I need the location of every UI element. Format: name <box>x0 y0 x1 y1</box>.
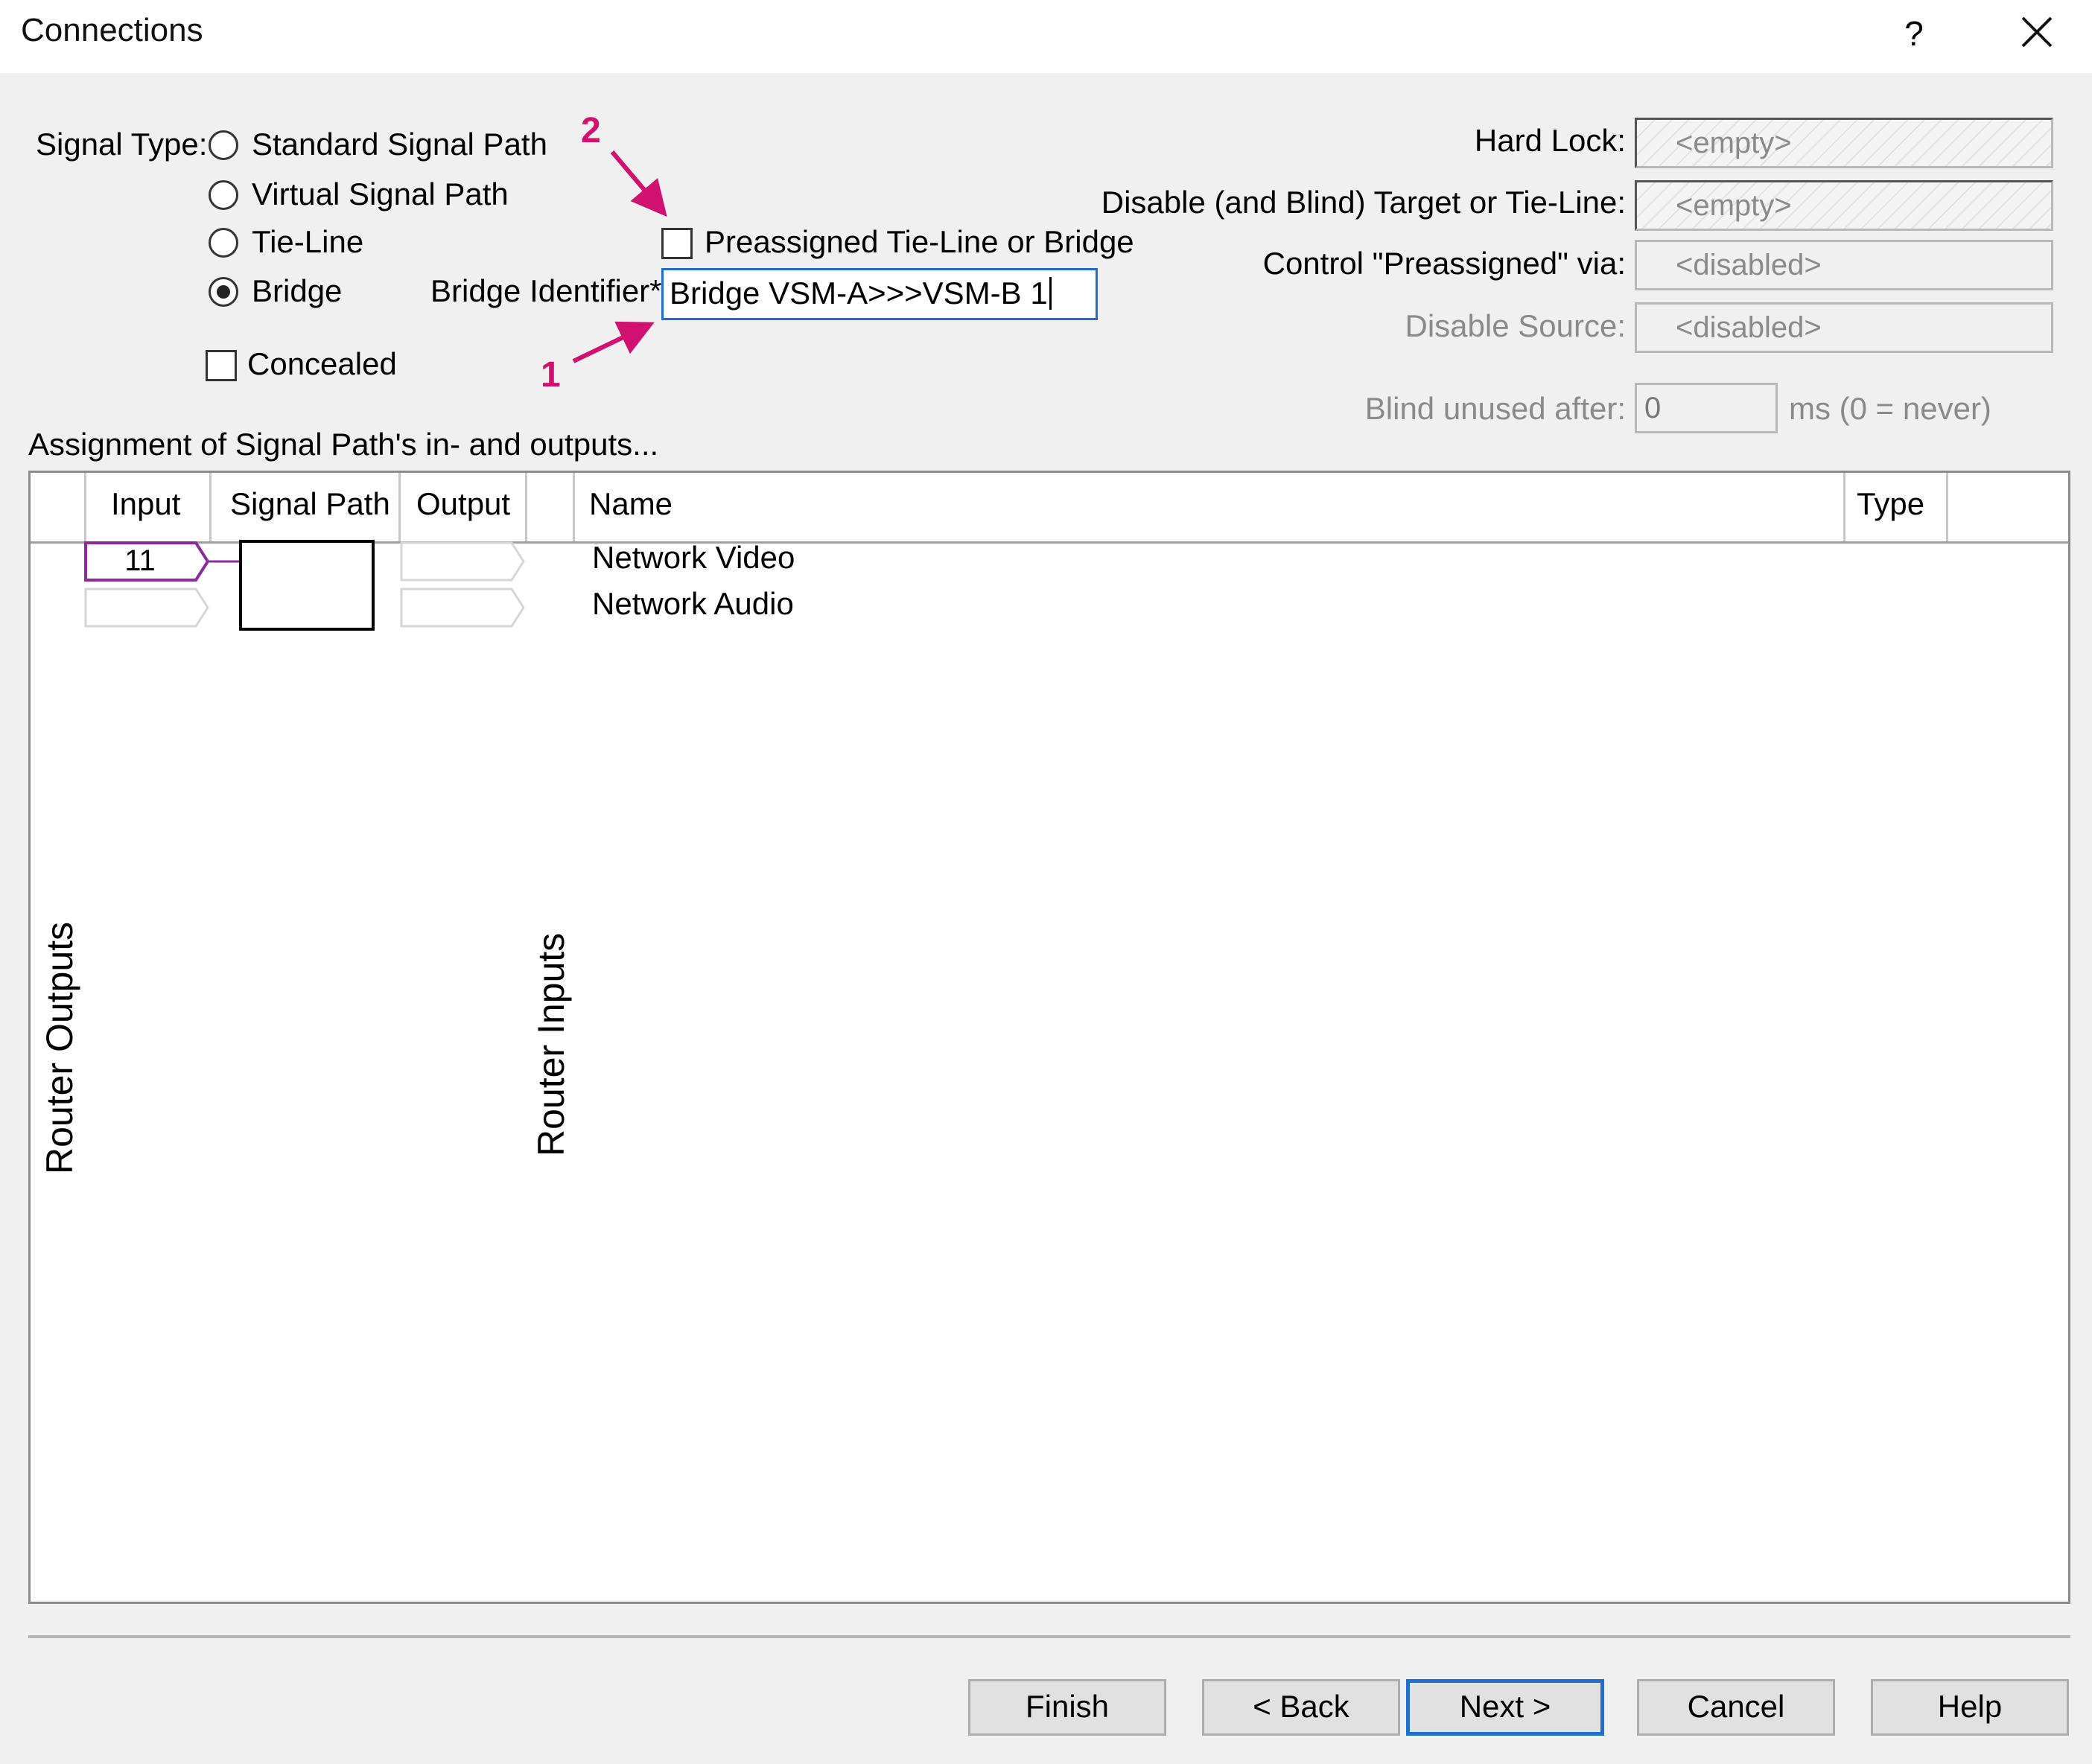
annotation-arrows <box>572 150 667 363</box>
signal-type-label: Signal Type: <box>36 127 208 162</box>
window-title: Connections <box>21 12 203 48</box>
radio-label-standard: Standard Signal Path <box>252 127 547 162</box>
disable-source-field: <disabled> <box>1635 302 2053 353</box>
control-preassigned-label: Control "Preassigned" via: <box>1262 246 1626 281</box>
blind-unused-label: Blind unused after: <box>1364 391 1626 426</box>
next-button[interactable]: Next > <box>1406 1679 1604 1736</box>
help-icon[interactable]: ? <box>1892 7 1936 60</box>
assignment-heading: Assignment of Signal Path's in- and outp… <box>28 427 659 462</box>
arrow-1 <box>572 321 655 363</box>
back-button[interactable]: < Back <box>1202 1679 1400 1736</box>
output-port-row-1[interactable] <box>400 541 527 582</box>
finish-button[interactable]: Finish <box>968 1679 1166 1736</box>
radio-virtual-signal-path[interactable] <box>209 180 238 210</box>
arrow-2 <box>610 150 667 217</box>
router-outputs-label: Router Outputs <box>39 921 80 1174</box>
bottom-separator <box>28 1635 2070 1638</box>
input-port-value: 11 <box>124 544 156 577</box>
radio-bridge[interactable] <box>209 277 238 307</box>
row-name-network-audio: Network Audio <box>592 586 794 621</box>
input-port-row-2[interactable] <box>84 588 211 628</box>
hard-lock-label: Hard Lock: <box>1474 123 1626 158</box>
control-preassigned-field: <disabled> <box>1635 240 2053 290</box>
close-icon[interactable] <box>2011 6 2063 58</box>
cancel-button[interactable]: Cancel <box>1637 1679 1835 1736</box>
column-header-row: Input Signal Path Output Name Type <box>31 473 2068 544</box>
radio-label-tie-line: Tie-Line <box>252 224 364 259</box>
hard-lock-field[interactable]: <empty> <box>1635 118 2053 168</box>
title-bar: Connections ? <box>0 0 2092 73</box>
disable-source-label: Disable Source: <box>1405 308 1626 343</box>
radio-tie-line[interactable] <box>209 228 238 258</box>
radio-label-virtual: Virtual Signal Path <box>252 176 509 211</box>
bridge-identifier-value: Bridge VSM-A>>>VSM-B 1 <box>670 276 1048 311</box>
blind-unused-unit: ms (0 = never) <box>1789 391 1991 426</box>
help-button[interactable]: Help <box>1871 1679 2069 1736</box>
radio-label-bridge: Bridge <box>252 273 343 308</box>
output-port-row-2[interactable] <box>400 588 527 628</box>
assignment-panel[interactable]: Input Signal Path Output Name Type 11 Ne… <box>28 471 2070 1604</box>
bridge-identifier-input[interactable]: Bridge VSM-A>>>VSM-B 1 <box>661 268 1098 320</box>
column-header-input[interactable]: Input <box>111 486 180 522</box>
input-port-row-1[interactable]: 11 <box>84 541 211 582</box>
router-inputs-label: Router Inputs <box>530 932 572 1156</box>
radio-standard-signal-path[interactable] <box>209 130 238 160</box>
concealed-checkbox[interactable] <box>206 350 237 381</box>
preassigned-label: Preassigned Tie-Line or Bridge <box>705 224 1134 259</box>
blind-unused-input: 0 <box>1635 383 1778 433</box>
disable-target-field[interactable]: <empty> <box>1635 180 2053 231</box>
text-caret <box>1049 277 1052 310</box>
column-header-signal-path[interactable]: Signal Path <box>230 486 390 522</box>
connection-line <box>209 560 241 563</box>
column-header-type[interactable]: Type <box>1857 486 1924 522</box>
concealed-label: Concealed <box>247 346 397 381</box>
row-name-network-video: Network Video <box>592 540 795 575</box>
column-header-name[interactable]: Name <box>589 486 673 522</box>
signal-path-box[interactable] <box>239 540 375 631</box>
column-header-output[interactable]: Output <box>416 486 510 522</box>
disable-target-label: Disable (and Blind) Target or Tie-Line: <box>1101 185 1626 220</box>
